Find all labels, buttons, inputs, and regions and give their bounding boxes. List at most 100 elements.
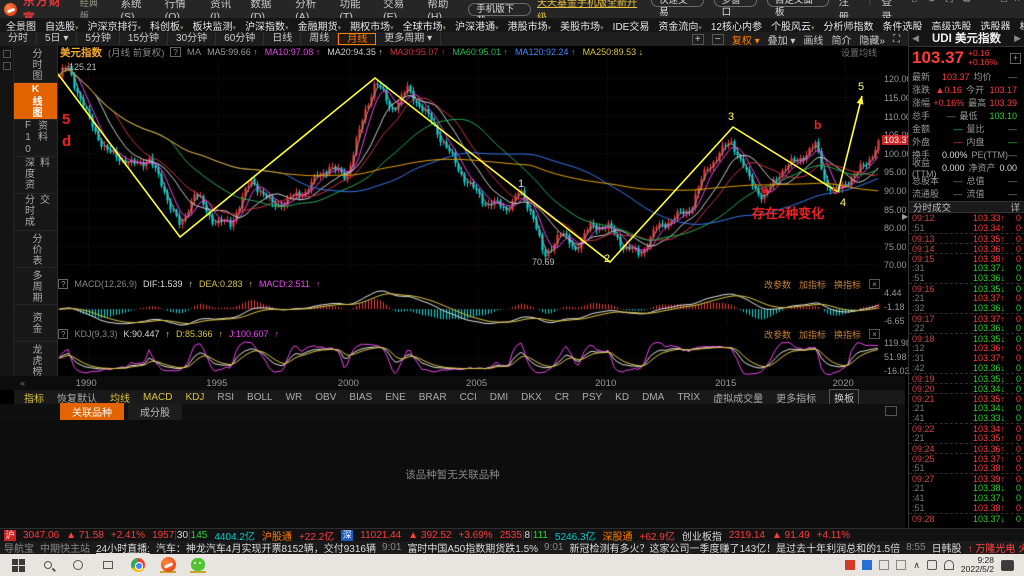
tray-app-icon[interactable] bbox=[845, 560, 855, 570]
tray-app-icon[interactable] bbox=[879, 560, 889, 570]
nav-item[interactable]: IDE交易 bbox=[613, 18, 650, 32]
add-to-watchlist-button[interactable]: + bbox=[1010, 53, 1021, 64]
nav-item[interactable]: 沪深京排行▾ bbox=[88, 18, 142, 32]
ticker-item[interactable]: 新冠检测有多火？这家公司一季度赚了143亿！是过去十年利润总和的1.5倍 bbox=[570, 541, 901, 554]
trade-list-header[interactable]: 分时成交 详 bbox=[909, 201, 1024, 213]
tab-related-symbols[interactable]: 关联品种 bbox=[60, 403, 124, 420]
custom-panel-button[interactable]: 自定义面板 bbox=[767, 0, 829, 7]
sz-index-value[interactable]: 11021.44 bbox=[360, 530, 401, 541]
speaker-icon[interactable] bbox=[944, 560, 954, 570]
side-tab[interactable]: 资金 bbox=[14, 305, 57, 342]
chinext-label[interactable]: 创业板指 bbox=[682, 528, 722, 541]
edit-params-link[interactable]: 改参数 bbox=[764, 328, 791, 341]
period-tab[interactable]: 15分钟 bbox=[120, 33, 168, 45]
expand-icon[interactable]: ⛶ bbox=[893, 34, 900, 45]
period-tab[interactable]: 30分钟 bbox=[168, 33, 216, 45]
indicator-tab[interactable]: OBV bbox=[315, 392, 336, 403]
change-indicator-link[interactable]: 换指标 bbox=[834, 328, 861, 341]
period-tab[interactable]: 周线 bbox=[301, 33, 338, 45]
edit-params-link[interactable]: 改参数 bbox=[764, 278, 791, 291]
nav-item[interactable]: 12核心内参 bbox=[711, 18, 762, 32]
sz-connect-label[interactable]: 深股通 bbox=[603, 528, 633, 541]
network-icon[interactable] bbox=[927, 560, 937, 570]
period-tab[interactable]: 5日 ▾ bbox=[37, 33, 77, 45]
hide-button[interactable]: 隐藏» bbox=[859, 32, 885, 47]
indicator-tab[interactable]: BRAR bbox=[419, 392, 447, 403]
kdj-canvas[interactable] bbox=[58, 340, 880, 376]
help-icon[interactable]: ? bbox=[170, 47, 180, 57]
nav-item[interactable]: 个股风云▾ bbox=[771, 18, 815, 32]
tray-app-icon[interactable] bbox=[862, 560, 872, 570]
period-tab[interactable]: 60分钟 bbox=[216, 33, 264, 45]
nav-item[interactable]: 科创板▾ bbox=[150, 18, 184, 32]
ticker-item[interactable]: 8:55 bbox=[906, 542, 925, 553]
indicator-tab[interactable]: TRIX bbox=[677, 392, 700, 403]
indicator-tab[interactable]: DMA bbox=[642, 392, 664, 403]
add-indicator-link[interactable]: 加指标 bbox=[799, 278, 826, 291]
indicator-tab[interactable]: 换板 bbox=[829, 389, 859, 406]
period-tab[interactable]: 日线 bbox=[264, 33, 301, 45]
next-symbol-arrow[interactable]: ▶ bbox=[1014, 33, 1021, 44]
zoom-out-button[interactable]: − bbox=[712, 34, 724, 45]
sh-connect-label[interactable]: 沪股通 bbox=[262, 528, 292, 541]
multi-window-button[interactable]: 多窗口 bbox=[714, 0, 757, 7]
trade-detail-link[interactable]: 详 bbox=[1010, 200, 1020, 214]
tab-constituents[interactable]: 成分股 bbox=[128, 403, 182, 420]
period-tab[interactable]: 月线 bbox=[338, 33, 376, 45]
chrome-icon[interactable] bbox=[130, 557, 146, 573]
collapse-icon[interactable]: « bbox=[20, 378, 25, 389]
brief-button[interactable]: 简介 bbox=[831, 32, 851, 47]
cortana-icon[interactable] bbox=[70, 557, 86, 573]
period-tab[interactable]: 分时 bbox=[0, 33, 37, 45]
tray-expand-icon[interactable]: ∧ bbox=[913, 560, 920, 571]
trade-list[interactable]: 09:12 103.33↑ 0 :51 103.34↑ 0 09:13 103.… bbox=[909, 213, 1024, 525]
indicator-tab[interactable]: CR bbox=[555, 392, 569, 403]
nav-item[interactable]: 全景图 bbox=[6, 18, 36, 32]
wechat-taskbar-icon[interactable] bbox=[190, 557, 206, 573]
close-pane-icon[interactable]: × bbox=[869, 279, 880, 289]
period-tab[interactable]: 更多周期 ▾ bbox=[376, 33, 441, 45]
ticker-item[interactable]: 富时中国A50指数期货跌1.5% bbox=[407, 541, 538, 554]
mini-grid-icon[interactable] bbox=[3, 62, 11, 70]
search-icon[interactable] bbox=[40, 557, 56, 573]
indicator-tab[interactable]: CCI bbox=[460, 392, 477, 403]
indicator-tab[interactable]: DMI bbox=[490, 392, 508, 403]
ticker-item[interactable]: 9:01 bbox=[544, 542, 563, 553]
prev-symbol-arrow[interactable]: ◀ bbox=[912, 33, 919, 44]
adjust-dropdown[interactable]: 复权 ▾ bbox=[732, 32, 760, 47]
indicator-tab[interactable]: BOLL bbox=[247, 392, 273, 403]
close-pane-icon[interactable]: × bbox=[869, 329, 880, 339]
taskbar-clock[interactable]: 9:28 2022/5/2 bbox=[961, 556, 994, 574]
sh-index-value[interactable]: 3047.06 bbox=[23, 530, 59, 541]
indicator-tab[interactable]: RSI bbox=[217, 392, 234, 403]
ticker-item[interactable]: 9:01 bbox=[382, 542, 401, 553]
candlestick-chart[interactable]: ←125.215d170.692345abc存在2种变化 bbox=[58, 58, 880, 276]
nav-item[interactable]: 期权市场▾ bbox=[350, 18, 394, 32]
indicator-tab[interactable]: ENE bbox=[385, 392, 406, 403]
start-button[interactable] bbox=[10, 557, 26, 573]
side-tab[interactable]: 分时图 bbox=[14, 46, 57, 83]
indicator-tab[interactable]: BIAS bbox=[349, 392, 372, 403]
eastmoney-taskbar-icon[interactable] bbox=[160, 557, 176, 573]
indicator-tab[interactable]: 虚拟成交量 bbox=[713, 390, 763, 405]
indicator-tab[interactable]: WR bbox=[286, 392, 303, 403]
side-tab[interactable]: K线图 bbox=[14, 83, 57, 120]
nav-item[interactable]: 沪深港通▾ bbox=[455, 18, 499, 32]
nav-item[interactable]: 美股市场▾ bbox=[560, 18, 604, 32]
task-view-icon[interactable] bbox=[100, 557, 116, 573]
nav-item[interactable]: 分析师指数 bbox=[824, 18, 874, 32]
side-tab[interactable]: 分价表 bbox=[14, 231, 57, 268]
notification-center-icon[interactable] bbox=[1001, 560, 1014, 571]
indicator-tab[interactable]: PSY bbox=[582, 392, 602, 403]
nav-item[interactable]: 板块监测▾ bbox=[193, 18, 237, 32]
side-tab[interactable]: 深度资料 bbox=[14, 157, 57, 194]
ticker-item[interactable]: 汽车：神龙汽车4月实现开票8152辆，交付9316辆 bbox=[156, 541, 376, 554]
mini-chart-icon[interactable] bbox=[3, 50, 11, 58]
nav-item[interactable]: 金融期货▾ bbox=[298, 18, 342, 32]
indicator-tab[interactable]: MACD bbox=[143, 392, 172, 403]
nav-item[interactable]: 资金流向▾ bbox=[658, 18, 702, 32]
panel-window-icon[interactable] bbox=[885, 406, 897, 416]
indicator-tab[interactable]: KD bbox=[615, 392, 629, 403]
help-icon[interactable]: ? bbox=[58, 329, 68, 339]
overlay-dropdown[interactable]: 叠加 ▾ bbox=[768, 32, 796, 47]
